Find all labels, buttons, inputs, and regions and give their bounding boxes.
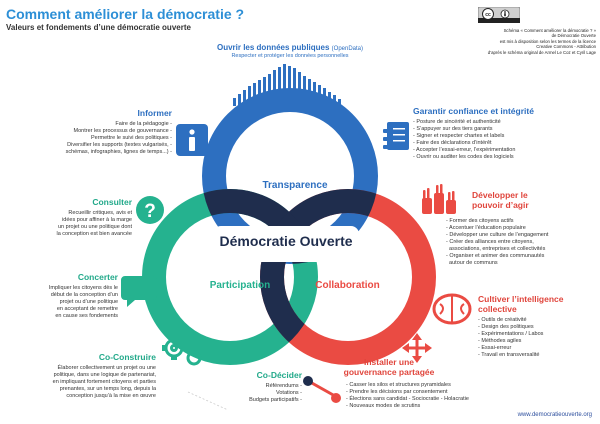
arrows-icon (409, 340, 425, 356)
participation-label: Participation (209, 280, 271, 291)
list-item: - S’appuyer sur des tiers garants (413, 126, 493, 132)
codecider-title: Co-Décider (256, 370, 302, 380)
informer-title: Informer (137, 108, 172, 118)
list-item: politique, dans une logique de partenari… (53, 372, 156, 378)
list-item: en acceptant de remettre (56, 306, 118, 312)
list-item: - Essai-erreur (478, 345, 512, 351)
list-item: Impliquer les citoyens dès le (48, 285, 118, 291)
gouvernance-title-line: Installer une (363, 357, 415, 367)
list-item: - Méthodes agiles (478, 338, 522, 344)
list-item: Permettre le suivi des politiques - (90, 135, 172, 141)
list-item: - Accentuer l’éducation populaire (446, 225, 526, 231)
raised-hands-icon (422, 184, 456, 214)
list-item: Élaborer collectivement un projet ou une (57, 365, 156, 371)
website-link[interactable]: www.democratieouverte.org (518, 412, 592, 418)
cultiver-title-line: collective (478, 304, 517, 314)
consulter-section: Consulter Recueillir critiques, avis et … (20, 197, 132, 238)
open-data-subtitle: Respecter et protéger les données person… (231, 53, 349, 59)
gouvernance-list: - Casser les silos et structures pyramid… (346, 382, 506, 410)
list-item: projet ou d’une politique (59, 299, 118, 305)
coconstruire-title: Co-Construire (98, 352, 156, 362)
list-item: - Signer et respecter chartes et labels (413, 133, 505, 139)
gavel-icon (303, 376, 341, 403)
developper-title-line: pouvoir d’agir (472, 200, 529, 210)
codecider-section: Co-Décider Référendums - Votations - Bud… (200, 370, 302, 404)
developper-title-line: Développer le (472, 190, 528, 200)
concerter-section: Concerter Impliquer les citoyens dès le … (10, 272, 118, 320)
center-label: Démocratie Ouverte (219, 233, 353, 249)
cultiver-title-line: Cultiver l’intelligence (478, 294, 564, 304)
list-item: Diversifier les supports (textes vulgari… (67, 142, 172, 148)
list-item: début de la conception d’un (50, 292, 118, 298)
list-item: - Prendre les décisions par consentement (346, 389, 448, 395)
list-item: - Organiser et animer des communautés (446, 253, 545, 259)
list-item: - Travail en transversalité (478, 352, 540, 358)
list-item: - Former des citoyens actifs (446, 218, 514, 224)
list-item: schémas, infographies, lignes de temps..… (65, 149, 172, 155)
list-item: Budgets participatifs - (249, 397, 302, 403)
list-item: - Créer des alliances entre citoyens, (446, 239, 534, 245)
list-item: idées pour affiner à la marge (62, 217, 132, 223)
svg-text:?: ? (144, 201, 156, 222)
list-item: prenantes, sur un temps long, depuis la (59, 386, 156, 392)
list-item: la conception est bien avancée (56, 231, 132, 237)
list-item: Votations - (276, 390, 302, 396)
concerter-title: Concerter (77, 272, 118, 282)
list-item: - Ouvrir ou auditer les codes des logici… (413, 154, 514, 160)
list-item: - Développer une culture de l’engagement (446, 232, 549, 238)
transparence-label: Transparence (262, 180, 328, 191)
cultiver-section: Cultiver l’intelligence collective - Out… (478, 294, 598, 359)
checklist-icon (383, 122, 409, 150)
list-item: - Élections sans candidat - Sociocratie … (346, 396, 469, 402)
garantir-section: Garantir confiance et intégrité - Postur… (413, 106, 593, 161)
list-item: Référendums - (265, 383, 302, 389)
collaboration-label: Collaboration (315, 280, 380, 291)
list-item: conception jusqu’à la mise en œuvre (66, 393, 156, 399)
list-item: Montrer les processus de gouvernance - (73, 128, 172, 134)
list-item: - Design des politiques (478, 324, 534, 330)
list-item: - Nouveaux modes de scrutins (346, 403, 421, 409)
list-item: - Posture de sincérité et authenticité (413, 119, 501, 125)
list-item: - Casser les silos et structures pyramid… (346, 382, 451, 388)
list-item: - Outils de créativité (478, 317, 527, 323)
garantir-title: Garantir confiance et intégrité (413, 106, 534, 116)
informer-section: Informer Faire de la pédagogie - Montrer… (60, 108, 172, 156)
list-item: Recueillir critiques, avis et (68, 210, 132, 216)
list-item: en impliquant fortement citoyens et part… (52, 379, 156, 385)
list-item: - Expérimentations / Labos (478, 331, 544, 337)
list-item: autour de communs (446, 260, 498, 266)
developper-list: - Former des citoyens actifs - Accentuer… (446, 218, 596, 267)
gouvernance-title: Installer une gouvernance partagée (334, 357, 444, 377)
list-item: en cause ses fondements (55, 313, 118, 319)
brain-icon (432, 293, 472, 325)
open-data-title: Ouvrir les données publiques (216, 43, 330, 52)
open-data-section: Ouvrir les données publiques (OpenData) … (180, 43, 400, 59)
list-item: Faire de la pédagogie - (115, 121, 172, 127)
list-item: associations, entreprises et collectivit… (446, 246, 546, 252)
consulter-title: Consulter (92, 197, 132, 207)
list-item: - Accepter l’essai-erreur, l’expérimenta… (413, 147, 516, 153)
question-icon: ? (136, 196, 164, 224)
gouvernance-title-line: gouvernance partagée (343, 367, 435, 377)
info-icon (176, 124, 208, 156)
list-item: - Faire des déclarations d’intérêt (413, 140, 492, 146)
open-data-title-suffix: (OpenData) (331, 46, 364, 52)
developper-title: Développer le pouvoir d’agir (472, 190, 592, 210)
list-item: un projet ou une politique dont (57, 224, 132, 230)
coconstruire-section: Co-Construire Élaborer collectivement un… (8, 352, 156, 400)
